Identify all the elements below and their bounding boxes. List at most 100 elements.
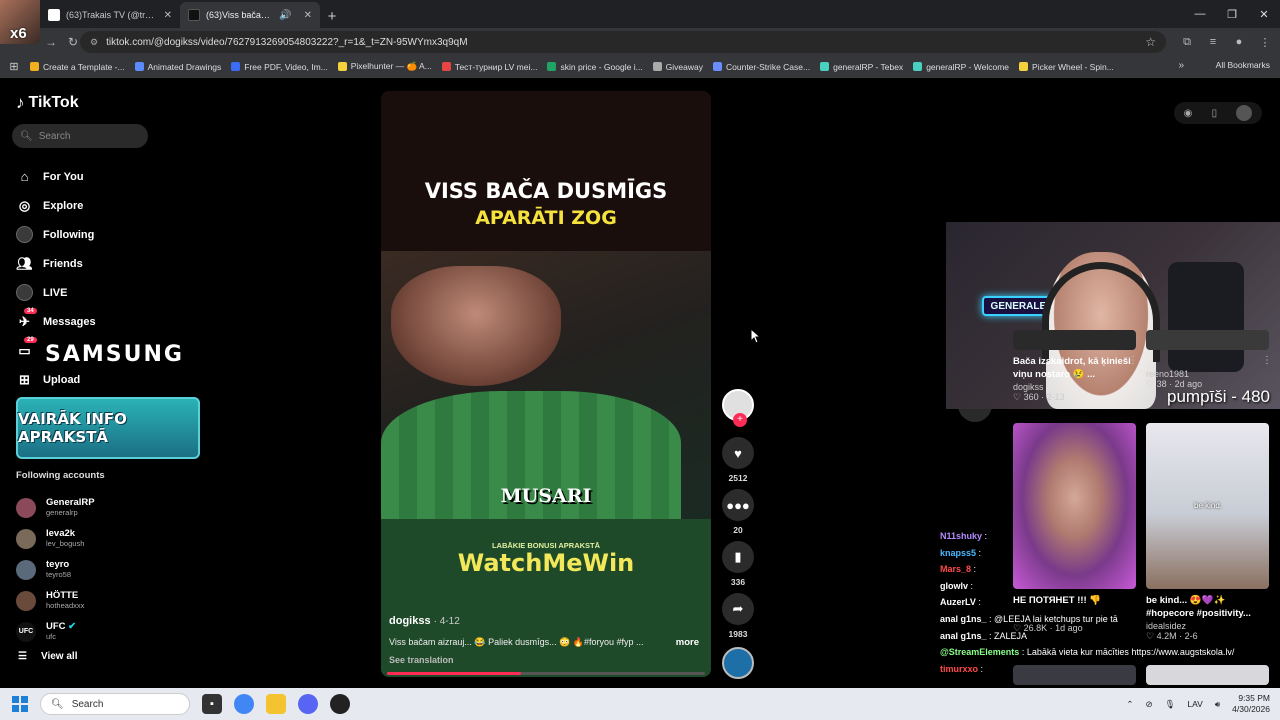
heart-icon: ♥ — [722, 437, 754, 469]
windows-start-icon[interactable] — [0, 696, 40, 712]
bookmark-item[interactable]: generalRP - Tebex — [820, 62, 903, 72]
rec-thumbnail[interactable] — [1146, 330, 1269, 350]
site-info-icon[interactable]: ⚙ — [90, 37, 98, 48]
microphone-icon[interactable]: 🎙︎ — [1165, 699, 1176, 710]
window-controls: — ❐ ✕ — [1184, 0, 1280, 28]
rec-thumbnail[interactable] — [1013, 330, 1136, 350]
comment-action[interactable]: ●●● 20 — [722, 489, 754, 535]
bookmark-item[interactable]: Pixelhunter — 🍊 A... — [337, 61, 432, 72]
view-all-button[interactable]: ☰ View all — [18, 651, 77, 662]
live-icon — [16, 284, 33, 301]
rec-card[interactable]: Bača izskaidrot, kā ķinieši viņu nostaro… — [1013, 356, 1131, 403]
video-player[interactable]: VISS BAČA DUSMĪGS APARĀTI ZOG MUSARI LAB… — [381, 91, 711, 677]
video-caption-overlay: MUSARI — [500, 485, 592, 507]
bookmark-favicon — [441, 62, 451, 71]
rec-card[interactable]: reeno1981 ♡ 38 · 2d ago — [1146, 369, 1264, 390]
discord-icon[interactable] — [298, 694, 318, 714]
minimize-icon[interactable]: — — [1184, 0, 1216, 28]
video-progress-bar[interactable] — [387, 672, 705, 675]
more-button[interactable]: more — [676, 637, 699, 648]
volume-icon[interactable]: 🔊︎ — [1215, 699, 1220, 710]
close-tab-icon[interactable]: ✕ — [164, 10, 172, 21]
bookmark-star-icon[interactable]: ☆ — [1145, 35, 1156, 49]
file-explorer-icon[interactable] — [266, 694, 286, 714]
tiktok-logo[interactable]: ♪ TikTok — [16, 93, 79, 113]
more-bookmarks-icon[interactable]: » — [1178, 60, 1184, 71]
task-view-icon[interactable]: ▪ — [202, 694, 222, 714]
like-action[interactable]: ♥ 2512 — [722, 437, 754, 483]
coin-icon[interactable]: ◉ — [1184, 108, 1193, 119]
tab-viss-baca[interactable]: (63)Viss bačam aizrauj... 😂 🔊 ✕ — [180, 2, 320, 28]
bookmark-item[interactable]: Тест-турнир LV mei... — [441, 62, 537, 72]
bookmark-item[interactable]: Giveaway — [652, 62, 703, 72]
account-item[interactable]: GeneralRP generalrp — [16, 492, 95, 523]
follow-plus-icon[interactable]: + — [733, 413, 747, 427]
bookmark-item[interactable]: Animated Drawings — [134, 62, 221, 72]
creator-avatar[interactable]: + — [722, 389, 754, 427]
profile-badge: x6 — [10, 25, 27, 42]
profile-icon[interactable]: ● — [1230, 31, 1248, 53]
more-options-icon[interactable]: ⋮ — [1128, 355, 1138, 366]
see-translation-button[interactable]: See translation — [389, 655, 454, 665]
all-bookmarks-button[interactable]: All Bookmarks — [1216, 60, 1270, 70]
taskbar-search[interactable]: 🔍︎ Search — [40, 693, 190, 715]
tab-bar: (63)Trakais TV (@trakais_viking... ✕ (63… — [0, 0, 1280, 28]
save-action[interactable]: ▮ 336 — [722, 541, 754, 587]
rec-likes: ♡ 360 · 2-13 — [1013, 391, 1065, 402]
nav-friends[interactable]: 👥︎ Friends — [16, 249, 206, 278]
search-input[interactable]: 🔍︎ Search — [12, 124, 148, 148]
bookmarks-bar: ⊞ Create a Template -... Animated Drawin… — [0, 56, 1280, 78]
tray-overflow-icon[interactable]: ⌃ — [1126, 699, 1133, 710]
url-field[interactable]: ⚙ tiktok.com/@dogikss/video/762791326905… — [80, 31, 1166, 53]
menu-icon[interactable]: ⋮ — [1256, 31, 1274, 53]
chat-line: timurxxo : — [940, 663, 984, 674]
forward-icon[interactable]: → — [40, 31, 62, 53]
account-item[interactable]: teyro teyro58 — [16, 554, 95, 585]
account-item[interactable]: UFC UFC ✔ ufc — [16, 616, 95, 647]
app-icon[interactable] — [330, 694, 350, 714]
share-action[interactable]: ➦ 1983 — [722, 593, 754, 639]
bookmark-item[interactable]: generalRP - Welcome — [913, 62, 1009, 72]
avatar — [16, 590, 36, 611]
close-window-icon[interactable]: ✕ — [1248, 0, 1280, 28]
bookmark-item[interactable]: skin price - Google i... — [547, 62, 643, 72]
language-indicator[interactable]: LAV — [1187, 699, 1202, 709]
apps-grid-icon[interactable]: ⊞ — [0, 60, 28, 73]
nav-for-you[interactable]: ⌂ For You — [16, 162, 206, 191]
bookmark-item[interactable]: Free PDF, Video, Im... — [231, 62, 328, 72]
profile-avatar[interactable]: x6 — [0, 0, 40, 44]
device-icon[interactable]: ▯ — [1212, 108, 1218, 119]
video-author[interactable]: dogikss · 4-12 — [389, 615, 460, 627]
bookmark-favicon — [30, 62, 39, 71]
account-item[interactable]: HÖTTE hotheadxxx — [16, 585, 95, 616]
nav-messages[interactable]: ✈ 34 Messages — [16, 307, 206, 336]
more-options-icon[interactable]: ⋮ — [1262, 355, 1272, 366]
account-item[interactable]: Ieva2k lev_bogush — [16, 523, 95, 554]
user-avatar[interactable] — [1236, 105, 1253, 121]
nav-upload[interactable]: ⊞ Upload — [16, 365, 206, 394]
media-icon[interactable]: ≡ — [1204, 31, 1222, 53]
bookmark-favicon — [713, 62, 722, 71]
bookmark-item[interactable]: Counter-Strike Case... — [713, 62, 810, 72]
extensions-icon[interactable]: ⧉ — [1178, 31, 1196, 53]
tab-title: (63)Viss bačam aizrauj... 😂 — [206, 9, 273, 20]
chat-line: knapss5 : — [940, 547, 982, 558]
network-icon[interactable]: ⊘ — [1145, 699, 1152, 710]
nav-explore[interactable]: ◎ Explore — [16, 191, 206, 220]
new-tab-button[interactable]: + — [320, 4, 344, 28]
bookmark-favicon — [820, 62, 830, 71]
ufc-logo: UFC — [16, 621, 36, 642]
bookmark-item[interactable]: Create a Template -... — [30, 62, 125, 72]
sound-disc-icon[interactable] — [722, 647, 754, 679]
tab-trakais[interactable]: (63)Trakais TV (@trakais_viking... ✕ — [40, 2, 180, 28]
close-tab-icon[interactable]: ✕ — [304, 10, 312, 21]
address-bar: → ↻ ⚙ tiktok.com/@dogikss/video/76279132… — [0, 28, 1280, 56]
chrome-icon[interactable] — [234, 694, 254, 714]
audio-icon[interactable]: 🔊 — [279, 10, 291, 21]
bookmark-item[interactable]: Picker Wheel - Spin... — [1019, 62, 1114, 72]
nav-live[interactable]: LIVE — [16, 278, 206, 307]
windows-taskbar: 🔍︎ Search ▪ ⌃ ⊘ 🎙︎ LAV 🔊︎ 9:35 PM 4/30/202… — [0, 688, 1280, 720]
nav-following[interactable]: Following — [16, 220, 206, 249]
clock[interactable]: 9:35 PM 4/30/2026 — [1232, 693, 1270, 715]
maximize-icon[interactable]: ❐ — [1216, 0, 1248, 28]
